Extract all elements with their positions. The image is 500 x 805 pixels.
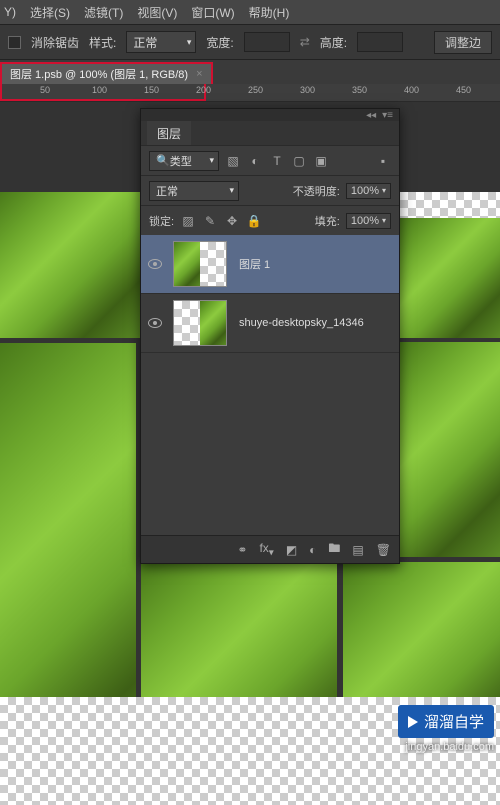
filter-type-icon[interactable]: T <box>269 153 285 169</box>
ruler-tick: 450 <box>456 85 471 95</box>
height-input[interactable] <box>357 32 403 52</box>
ruler-horizontal[interactable]: 50 100 150 200 250 300 350 400 450 <box>0 84 500 102</box>
visibility-icon[interactable] <box>148 318 162 328</box>
blend-mode-dropdown[interactable]: 正常 <box>149 181 239 201</box>
new-layer-icon[interactable]: ▤ <box>352 543 363 557</box>
group-icon[interactable]: 🖿 <box>328 539 340 560</box>
panel-menu-icon[interactable]: ▾≡ <box>382 110 393 121</box>
filter-toggle-icon[interactable]: ▪ <box>375 153 391 169</box>
document-tab[interactable]: 图层 1.psb @ 100% (图层 1, RGB/8) × <box>0 62 213 84</box>
blend-row: 正常 不透明度: 100% <box>141 175 399 205</box>
width-input[interactable] <box>244 32 290 52</box>
filter-pixel-icon[interactable]: ▧ <box>225 153 241 169</box>
filter-row: 🔍 类型 ▧ ◐ T ▢ ▣ ▪ <box>141 145 399 175</box>
menu-item[interactable]: 选择(S) <box>30 4 70 21</box>
lock-paint-icon[interactable]: ✎ <box>202 213 218 229</box>
menu-item[interactable]: 窗口(W) <box>191 4 234 21</box>
lock-row: 锁定: ▨ ✎ ✥ 🔒 填充: 100% <box>141 205 399 235</box>
filter-dropdown[interactable]: 🔍 类型 <box>149 151 219 171</box>
image-content <box>400 342 500 557</box>
swap-icon[interactable]: ⇄ <box>300 35 310 49</box>
filter-adjust-icon[interactable]: ◐ <box>247 153 263 169</box>
menu-item[interactable]: Y) <box>4 5 16 19</box>
panel-topbar: ◂◂ ▾≡ <box>141 109 399 121</box>
fx-icon[interactable]: fx▾ <box>259 541 273 558</box>
style-dropdown[interactable]: 正常 <box>126 31 196 53</box>
lock-all-icon[interactable]: 🔒 <box>246 213 262 229</box>
ruler-tick: 300 <box>300 85 315 95</box>
adjust-edge-button[interactable]: 调整边 <box>434 31 492 54</box>
ruler-tick: 400 <box>404 85 419 95</box>
watermark-brand: 溜溜自学 <box>424 711 484 732</box>
layer-row[interactable]: 图层 1 <box>141 235 399 294</box>
panel-tabs: 图层 <box>141 121 399 145</box>
layers-panel: ◂◂ ▾≡ 图层 🔍 类型 ▧ ◐ T ▢ ▣ ▪ 正常 不透明度: 100% … <box>140 108 400 564</box>
style-label: 样式: <box>89 34 116 51</box>
mask-icon[interactable]: ◩ <box>286 543 297 557</box>
visibility-icon[interactable] <box>148 259 162 269</box>
filter-smart-icon[interactable]: ▣ <box>313 153 329 169</box>
image-content <box>400 218 500 338</box>
lock-position-icon[interactable]: ✥ <box>224 213 240 229</box>
link-layers-icon[interactable]: ⚭ <box>237 543 247 557</box>
layers-tab[interactable]: 图层 <box>147 121 191 146</box>
collapse-icon[interactable]: ◂◂ <box>366 110 376 121</box>
layer-name[interactable]: 图层 1 <box>239 256 270 272</box>
options-bar: 消除锯齿 样式: 正常 宽度: ⇄ 高度: 调整边 <box>0 24 500 60</box>
opacity-label: 不透明度: <box>293 183 340 199</box>
layers-list: 图层 1 shuye-desktopsky_14346 <box>141 235 399 535</box>
delete-layer-icon[interactable]: 🗑 <box>376 543 391 557</box>
layer-thumbnail[interactable] <box>173 300 227 346</box>
ruler-tick: 100 <box>92 85 107 95</box>
filter-shape-icon[interactable]: ▢ <box>291 153 307 169</box>
menu-item[interactable]: 滤镜(T) <box>84 4 123 21</box>
lock-transparent-icon[interactable]: ▨ <box>180 213 196 229</box>
height-label: 高度: <box>320 34 347 51</box>
ruler-tick: 200 <box>196 85 211 95</box>
watermark: 溜溜自学 jingyan.baidu.com <box>398 705 494 753</box>
play-icon <box>408 716 418 728</box>
opacity-input[interactable]: 100% <box>346 183 391 199</box>
layer-thumbnail[interactable] <box>173 241 227 287</box>
watermark-badge: 溜溜自学 <box>398 705 494 738</box>
menu-item[interactable]: 帮助(H) <box>249 4 290 21</box>
menu-item[interactable]: 视图(V) <box>137 4 177 21</box>
ruler-tick: 250 <box>248 85 263 95</box>
image-content <box>0 192 140 338</box>
document-tab-label: 图层 1.psb @ 100% (图层 1, RGB/8) <box>10 66 188 82</box>
document-tab-bar: 图层 1.psb @ 100% (图层 1, RGB/8) × <box>0 60 500 84</box>
panel-footer: ⚭ fx▾ ◩ ◐ 🖿 ▤ 🗑 <box>141 535 399 563</box>
close-icon[interactable]: × <box>196 68 202 80</box>
antialias-checkbox[interactable] <box>8 36 21 49</box>
fill-input[interactable]: 100% <box>346 213 391 229</box>
layer-row[interactable]: shuye-desktopsky_14346 <box>141 294 399 353</box>
ruler-tick: 50 <box>40 85 50 95</box>
lock-label: 锁定: <box>149 213 174 229</box>
layer-name[interactable]: shuye-desktopsky_14346 <box>239 317 364 329</box>
ruler-tick: 150 <box>144 85 159 95</box>
antialias-label: 消除锯齿 <box>31 34 79 51</box>
watermark-url: jingyan.baidu.com <box>405 741 494 753</box>
adjustment-layer-icon[interactable]: ◐ <box>309 543 316 557</box>
transparent-area <box>400 192 500 218</box>
menu-bar: Y) 选择(S) 滤镜(T) 视图(V) 窗口(W) 帮助(H) <box>0 0 500 24</box>
width-label: 宽度: <box>206 34 233 51</box>
ruler-tick: 350 <box>352 85 367 95</box>
fill-label: 填充: <box>315 213 340 229</box>
